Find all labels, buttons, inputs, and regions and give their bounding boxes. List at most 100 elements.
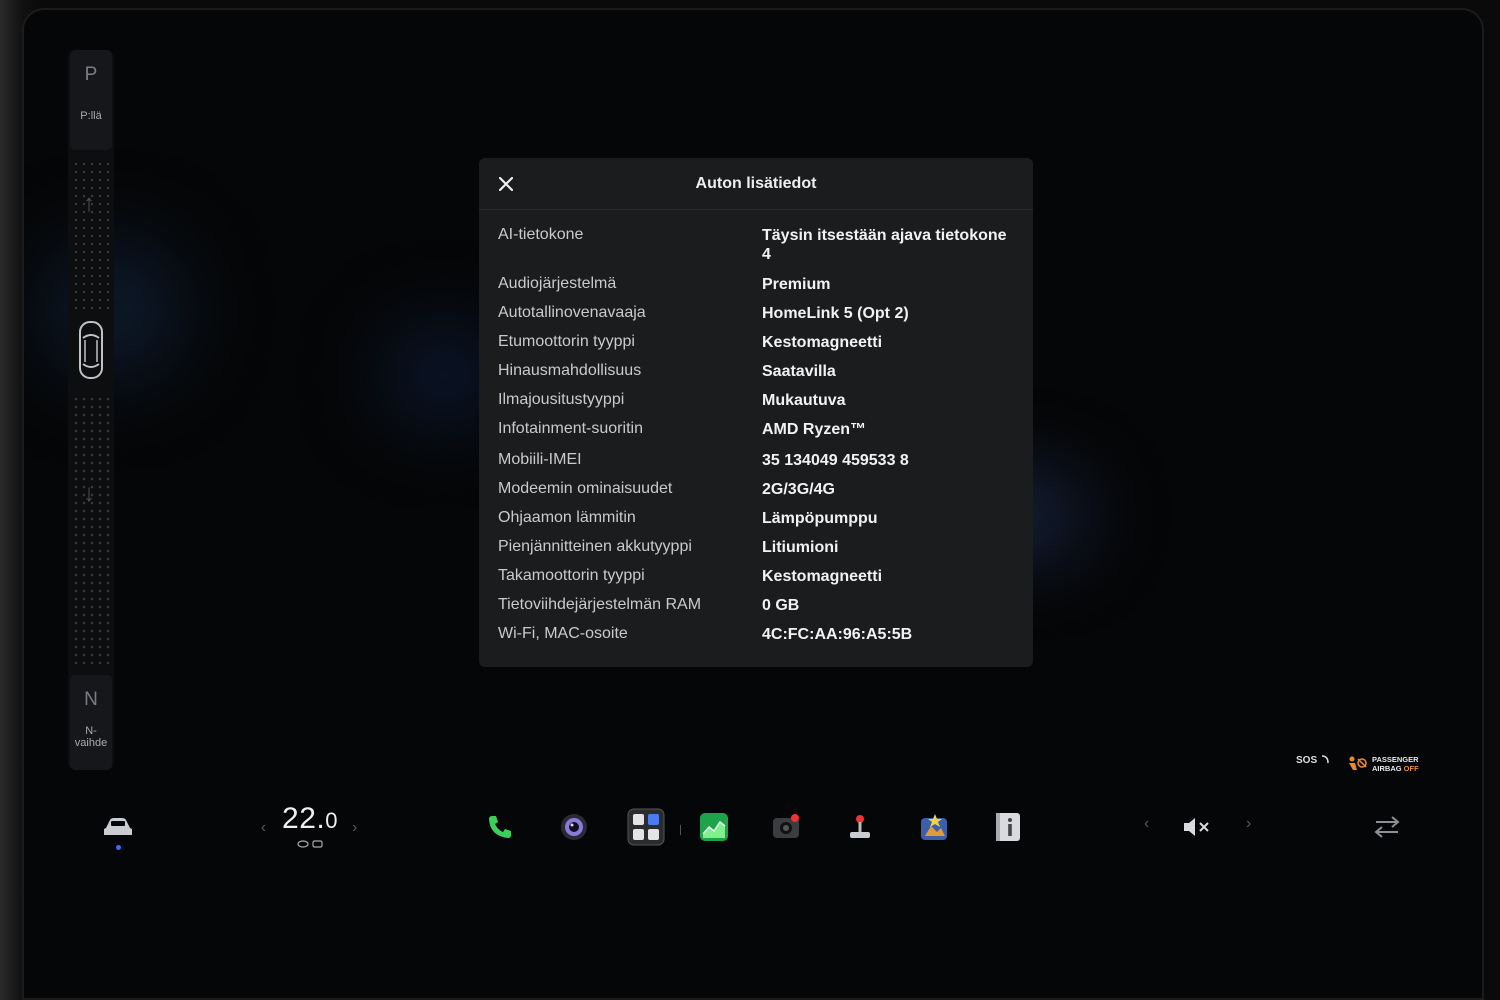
detail-label: Ohjaamon lämmitin [498,509,636,526]
toybox-app[interactable] [842,809,878,845]
phone-app[interactable] [482,809,518,845]
detail-value: HomeLink 5 (Opt 2) [762,305,909,322]
detail-value: Premium [762,276,831,293]
sos-call-icon [1321,755,1329,764]
detail-value: Kestomagneetti [762,568,883,585]
detail-label: Pienjännitteinen akkutyyppi [498,538,692,555]
gear-neutral-label: N-vaihde [74,725,108,749]
detail-row: Pienjännitteinen akkutyyppi Litiumioni [479,538,1033,567]
app-launcher[interactable] [626,807,666,847]
gear-neutral-letter: N [84,689,98,710]
energy-chart-icon [700,813,728,841]
detail-label: Hinausmahdollisuus [498,362,642,379]
gear-dots-bottom [72,395,110,665]
energy-app[interactable] [696,809,732,845]
detail-label: Modeemin ominaisuudet [498,480,673,497]
detail-row: Mobiili-IMEI 35 134049 459533 8 [479,451,1033,480]
detail-row: Tietoviihdejärjestelmän RAM 0 GB [479,596,1033,625]
detail-label: Wi-Fi, MAC-osoite [498,625,628,642]
arrow-up-icon: ↑ [83,190,95,217]
detail-row: Modeemin ominaisuudet 2G/3G/4G [479,480,1033,509]
gear-dots-top [72,160,110,310]
car-top-view-icon [79,321,103,379]
owners-manual-app[interactable] [990,809,1026,845]
detail-value: Saatavilla [762,363,836,380]
detail-value: 4C:FC:AA:96:A5:5B [762,626,913,643]
temp-up-chevron[interactable]: › [352,819,357,837]
info-book-icon [996,813,1020,841]
close-button[interactable] [491,169,521,199]
detail-row: Infotainment-suoritin AMD Ryzen™ [479,420,1033,451]
detail-value: Litiumioni [762,539,839,556]
arrow-down-icon: ↓ [83,480,95,507]
phone-icon [489,816,511,838]
detail-value: Mukautuva [762,392,846,409]
entertainment-app[interactable] [916,809,952,845]
modal-title: Auton lisätiedot [695,174,817,192]
camera-lens-app[interactable] [556,809,592,845]
app-grid-icon [627,808,665,846]
arcade-icon [921,814,947,840]
car-controls-button[interactable] [100,809,136,845]
detail-value: Täysin itsestään ajava tietokone 4 [762,227,1007,263]
airbag-status-text: PASSENGER AIRBAG OFF [1372,755,1419,773]
recent-apps-button[interactable] [1369,809,1405,845]
gear-park-letter: P [84,64,98,85]
dock-divider [680,825,681,835]
detail-row: Ohjaamon lämmitin Lämpöpumppu [479,509,1033,538]
temp-down-chevron[interactable]: ‹ [261,819,266,837]
detail-row: Takamoottorin tyyppi Kestomagneetti [479,567,1033,596]
vehicle-details-modal: Auton lisätiedot AI-tietokone Täysin its… [479,158,1033,667]
seat-heat-icon [297,840,323,848]
gear-park-label: P:llä [80,110,102,122]
touchscreen: P P:llä ↑ ↓ N N-vaihde Auton lisätiedot [22,8,1484,1000]
detail-label: Tietoviihdejärjestelmän RAM [498,596,702,613]
volume-muted-icon [1184,818,1209,836]
detail-label: Takamoottorin tyyppi [498,567,645,584]
gear-park[interactable]: P P:llä [70,50,112,150]
airbag-off-icon [1349,756,1367,770]
car-icon [104,818,132,835]
joystick-icon [850,815,870,838]
dashcam-app[interactable] [768,809,804,845]
swap-arrows-icon [1374,816,1400,838]
detail-row: Ilmajousitustyyppi Mukautuva [479,391,1033,420]
detail-row: Hinausmahdollisuus Saatavilla [479,362,1033,391]
sos-label: SOS [1296,755,1318,766]
detail-value: 35 134049 459533 8 [762,452,909,469]
passenger-airbag-indicator: PASSENGER AIRBAG OFF [1346,755,1419,773]
cabin-temperature: 22.0 [282,802,338,836]
volume-button[interactable] [1179,809,1215,845]
volume-up-chevron[interactable]: › [1246,815,1251,833]
detail-value: 2G/3G/4G [762,481,835,498]
background-glow [44,240,184,380]
sos-indicator: SOS [1296,755,1330,766]
detail-value: AMD Ryzen™ [762,421,867,438]
gear-selector[interactable]: P P:llä ↑ ↓ N N-vaihde [68,50,114,770]
detail-label: Ilmajousitustyyppi [498,391,625,408]
temp-integer: 22. [282,802,326,835]
bottom-dock: ‹ 22.0 › ‹ › [24,795,1482,865]
detail-value: Kestomagneetti [762,334,883,351]
detail-row: AI-tietokone Täysin itsestään ajava tiet… [479,226,1033,275]
detail-row: Wi-Fi, MAC-osoite 4C:FC:AA:96:A5:5B [479,625,1033,654]
gear-neutral[interactable]: N N-vaihde [70,675,112,770]
detail-label: Autotallinovenavaaja [498,304,646,321]
dashcam-icon [773,814,799,838]
active-indicator-dot [116,845,121,850]
temp-decimal: 0 [325,808,338,833]
airbag-off-label: OFF [1403,764,1419,773]
volume-down-chevron[interactable]: ‹ [1144,815,1149,833]
detail-row: Autotallinovenavaaja HomeLink 5 (Opt 2) [479,304,1033,333]
detail-label: Infotainment-suoritin [498,420,643,437]
detail-value: 0 GB [762,597,800,614]
detail-label: Mobiili-IMEI [498,451,582,468]
airbag-line1: PASSENGER [1372,755,1419,764]
climate-control[interactable]: ‹ 22.0 › [249,802,369,853]
close-icon [499,177,513,191]
detail-label: AI-tietokone [498,226,584,243]
detail-label: Audiojärjestelmä [498,275,617,292]
modal-header: Auton lisätiedot [479,158,1033,210]
detail-label: Etumoottorin tyyppi [498,333,635,350]
details-list: AI-tietokone Täysin itsestään ajava tiet… [479,210,1033,654]
